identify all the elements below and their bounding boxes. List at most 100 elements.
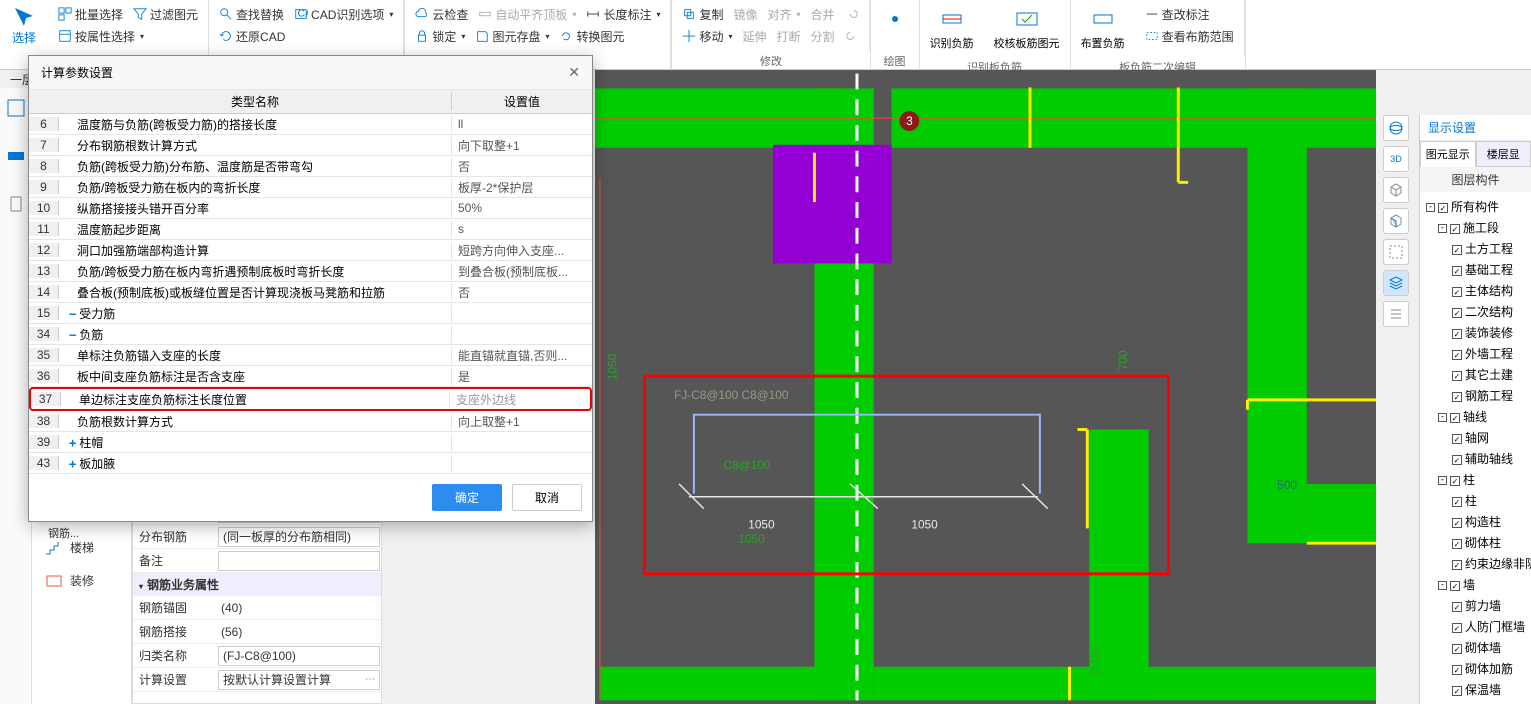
tree-item[interactable]: ✓钢筋工程 — [1420, 385, 1531, 406]
sidebar-stairs[interactable]: 楼梯 — [32, 531, 131, 564]
close-icon[interactable]: ✕ — [568, 64, 580, 81]
view-range-button[interactable]: 查看布筋范围 — [1145, 28, 1234, 45]
list-icon[interactable] — [1383, 301, 1409, 327]
check-slab-button[interactable]: 校核板筋图元 — [984, 0, 1070, 56]
grid-row[interactable]: 43+板加腋 — [29, 453, 592, 474]
tree-item[interactable]: -✓所有构件 — [1420, 196, 1531, 217]
tree-item[interactable]: ✓柱 — [1420, 490, 1531, 511]
tree-checkbox[interactable]: ✓ — [1452, 539, 1462, 549]
expander-icon[interactable]: − — [69, 328, 76, 342]
tree-item[interactable]: -✓柱 — [1420, 469, 1531, 490]
cancel-button[interactable]: 取消 — [512, 484, 582, 511]
sidebar-decoration[interactable]: 装修 — [32, 564, 131, 597]
filter-components-button[interactable]: 过滤图元 — [133, 6, 198, 23]
tree-item[interactable]: ✓轴网 — [1420, 427, 1531, 448]
tree-item[interactable]: ✓砌体墙 — [1420, 637, 1531, 658]
tree-item[interactable]: -✓墙 — [1420, 574, 1531, 595]
tree-item[interactable]: ✓外墙工程 — [1420, 343, 1531, 364]
cube-front-icon[interactable] — [1383, 208, 1409, 234]
cad-options-button[interactable]: CADCAD识别选项▾ — [294, 6, 393, 23]
grid-row[interactable]: 7分布钢筋根数计算方式向下取整+1 — [29, 135, 592, 156]
grid-row[interactable]: 36板中间支座负筋标注是否含支座是 — [29, 366, 592, 387]
restore-cad-button[interactable]: 还原CAD — [219, 28, 285, 45]
tree-item[interactable]: ✓土方工程 — [1420, 238, 1531, 259]
arrange-neg-button[interactable]: 布置负筋 — [1071, 0, 1135, 56]
tree-checkbox[interactable]: ✓ — [1450, 413, 1460, 423]
recognize-neg-button[interactable]: 识别负筋 — [920, 0, 984, 56]
tree-item[interactable]: ✓辅助轴线 — [1420, 448, 1531, 469]
check-dim-button[interactable]: 查改标注 — [1145, 6, 1210, 23]
tree-checkbox[interactable]: ✓ — [1450, 581, 1460, 591]
side-nav-icon[interactable] — [6, 98, 26, 118]
tree-item[interactable]: ✓保温墙 — [1420, 679, 1531, 700]
prop-dist-steel-input[interactable]: (同一板厚的分布筋相同) — [218, 527, 380, 547]
side-door-icon[interactable] — [6, 194, 26, 214]
tree-item[interactable]: ✓砌体柱 — [1420, 532, 1531, 553]
drawing-point-button[interactable] — [871, 0, 919, 50]
mirror-button[interactable]: 镜像 — [734, 6, 758, 23]
by-attr-select-button[interactable]: 按属性选择▾ — [58, 28, 144, 45]
tree-checkbox[interactable]: ✓ — [1452, 266, 1462, 276]
tree-checkbox[interactable]: ✓ — [1452, 644, 1462, 654]
prop-remark-input[interactable] — [218, 551, 380, 571]
3d-button[interactable]: 3D — [1383, 146, 1409, 172]
layers-icon[interactable] — [1383, 270, 1409, 296]
tree-item[interactable]: ✓主体结构 — [1420, 280, 1531, 301]
drawing-canvas[interactable]: 3 FJ-C8@100 C8@100 C8@100 1050 1050 1050… — [595, 70, 1376, 704]
cloud-check-button[interactable]: 云检查 — [415, 6, 468, 23]
tree-item[interactable]: ✓二次结构 — [1420, 301, 1531, 322]
tree-expand-icon[interactable]: - — [1438, 476, 1447, 485]
move-button[interactable]: 移动▾ — [682, 28, 732, 45]
prop-calcset-input[interactable]: 按默认计算设置计算⋯ — [218, 670, 380, 690]
expander-icon[interactable]: + — [69, 457, 76, 471]
grid-row[interactable]: 39+柱帽 — [29, 432, 592, 453]
tree-expand-icon[interactable]: - — [1426, 203, 1435, 212]
tree-checkbox[interactable]: ✓ — [1452, 245, 1462, 255]
tree-item[interactable]: ✓砌体加筋 — [1420, 658, 1531, 679]
expander-icon[interactable]: + — [69, 436, 76, 450]
tree-checkbox[interactable]: ✓ — [1450, 224, 1460, 234]
tree-checkbox[interactable]: ✓ — [1452, 329, 1462, 339]
tree-item[interactable]: ✓剪力墙 — [1420, 595, 1531, 616]
fit-icon[interactable] — [1383, 239, 1409, 265]
tree-expand-icon[interactable]: - — [1438, 413, 1447, 422]
tree-checkbox[interactable]: ✓ — [1452, 518, 1462, 528]
tree-expand-icon[interactable]: - — [1438, 581, 1447, 590]
orbit-icon[interactable] — [1383, 115, 1409, 141]
lock-button[interactable]: 锁定▾ — [415, 28, 465, 45]
tab-floor-display[interactable]: 楼层显 — [1476, 141, 1531, 167]
grid-row[interactable]: 8负筋(跨板受力筋)分布筋、温度筋是否带弯勾否 — [29, 156, 592, 177]
copy-button[interactable]: 复制 — [682, 6, 723, 23]
grid-row[interactable]: 35单标注负筋锚入支座的长度能直锚就直锚,否则... — [29, 345, 592, 366]
tree-item[interactable]: ✓其它土建 — [1420, 364, 1531, 385]
grid-row[interactable]: 13负筋/跨板受力筋在板内弯折遇预制底板时弯折长度到叠合板(预制底板... — [29, 261, 592, 282]
length-dim-button[interactable]: 长度标注▾ — [586, 6, 660, 23]
tree-item[interactable]: ✓约束边缘非阴... — [1420, 553, 1531, 574]
align-button[interactable]: 对齐▾ — [768, 6, 801, 23]
tree-checkbox[interactable]: ✓ — [1452, 371, 1462, 381]
tree-checkbox[interactable]: ✓ — [1452, 308, 1462, 318]
tree-checkbox[interactable]: ✓ — [1452, 665, 1462, 675]
prop-catname-input[interactable]: (FJ-C8@100) — [218, 646, 380, 666]
tree-item[interactable]: ✓人防门框墙 — [1420, 616, 1531, 637]
batch-select-button[interactable]: 批量选择 — [58, 6, 123, 23]
grid-row[interactable]: 38负筋根数计算方式向上取整+1 — [29, 411, 592, 432]
cube-tl-icon[interactable] — [1383, 177, 1409, 203]
tree-checkbox[interactable]: ✓ — [1438, 203, 1448, 213]
side-wall-icon[interactable] — [6, 146, 26, 166]
tree-item[interactable]: -✓轴线 — [1420, 406, 1531, 427]
component-save-button[interactable]: 图元存盘▾ — [475, 28, 549, 45]
undo-icon[interactable] — [845, 7, 859, 21]
tree-checkbox[interactable]: ✓ — [1452, 623, 1462, 633]
tree-item[interactable]: ✓装饰装修 — [1420, 322, 1531, 343]
grid-row[interactable]: 15−受力筋 — [29, 303, 592, 324]
grid-row[interactable]: 37单边标注支座负筋标注长度位置支座外边线 — [29, 387, 592, 411]
grid-row[interactable]: 11温度筋起步距离s — [29, 219, 592, 240]
expander-icon[interactable]: − — [69, 307, 76, 321]
grid-row[interactable]: 9负筋/跨板受力筋在板内的弯折长度板厚-2*保护层 — [29, 177, 592, 198]
grid-row[interactable]: 34−负筋 — [29, 324, 592, 345]
tree-checkbox[interactable]: ✓ — [1452, 287, 1462, 297]
find-replace-button[interactable]: 查找替换 — [219, 6, 284, 23]
ok-button[interactable]: 确定 — [432, 484, 502, 511]
tree-item[interactable]: -✓施工段 — [1420, 217, 1531, 238]
